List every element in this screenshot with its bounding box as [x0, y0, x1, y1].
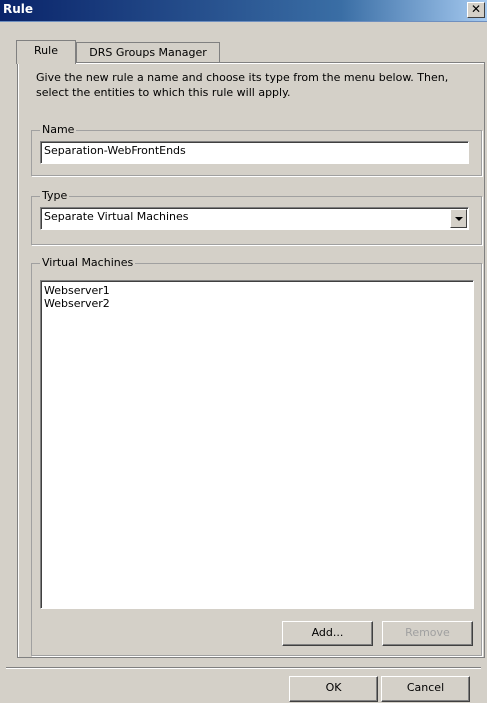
tab-drs-groups-manager[interactable]: DRS Groups Manager — [76, 42, 220, 63]
close-icon: ✕ — [470, 2, 482, 16]
dropdown-button[interactable] — [450, 209, 467, 228]
virtual-machines-groupbox: Virtual Machines Webserver1 Webserver2 A… — [31, 256, 482, 656]
rule-type-select[interactable]: Separate Virtual Machines — [40, 207, 469, 230]
chevron-down-icon — [455, 217, 463, 221]
rule-type-value: Separate Virtual Machines — [44, 210, 189, 223]
list-item[interactable]: Webserver2 — [44, 297, 110, 310]
footer-divider — [6, 667, 481, 669]
ok-button[interactable]: OK — [289, 676, 378, 702]
virtual-machines-legend: Virtual Machines — [40, 256, 136, 270]
tab-rule[interactable]: Rule — [16, 40, 76, 64]
close-button[interactable]: ✕ — [467, 2, 485, 18]
window-title: Rule — [3, 2, 34, 16]
cancel-button[interactable]: Cancel — [381, 676, 470, 702]
rule-description: Give the new rule a name and choose its … — [36, 71, 449, 99]
rule-name-input[interactable]: Separation-WebFrontEnds — [40, 141, 469, 164]
title-bar: Rule ✕ — [0, 0, 487, 22]
add-button[interactable]: Add... — [282, 621, 373, 646]
name-legend: Name — [40, 123, 77, 137]
name-groupbox: Name Separation-WebFrontEnds — [31, 123, 482, 176]
remove-button[interactable]: Remove — [382, 621, 473, 646]
type-legend: Type — [40, 189, 70, 203]
vm-list[interactable]: Webserver1 Webserver2 — [40, 280, 474, 609]
list-item[interactable]: Webserver1 — [44, 284, 110, 297]
type-groupbox: Type Separate Virtual Machines — [31, 189, 482, 245]
